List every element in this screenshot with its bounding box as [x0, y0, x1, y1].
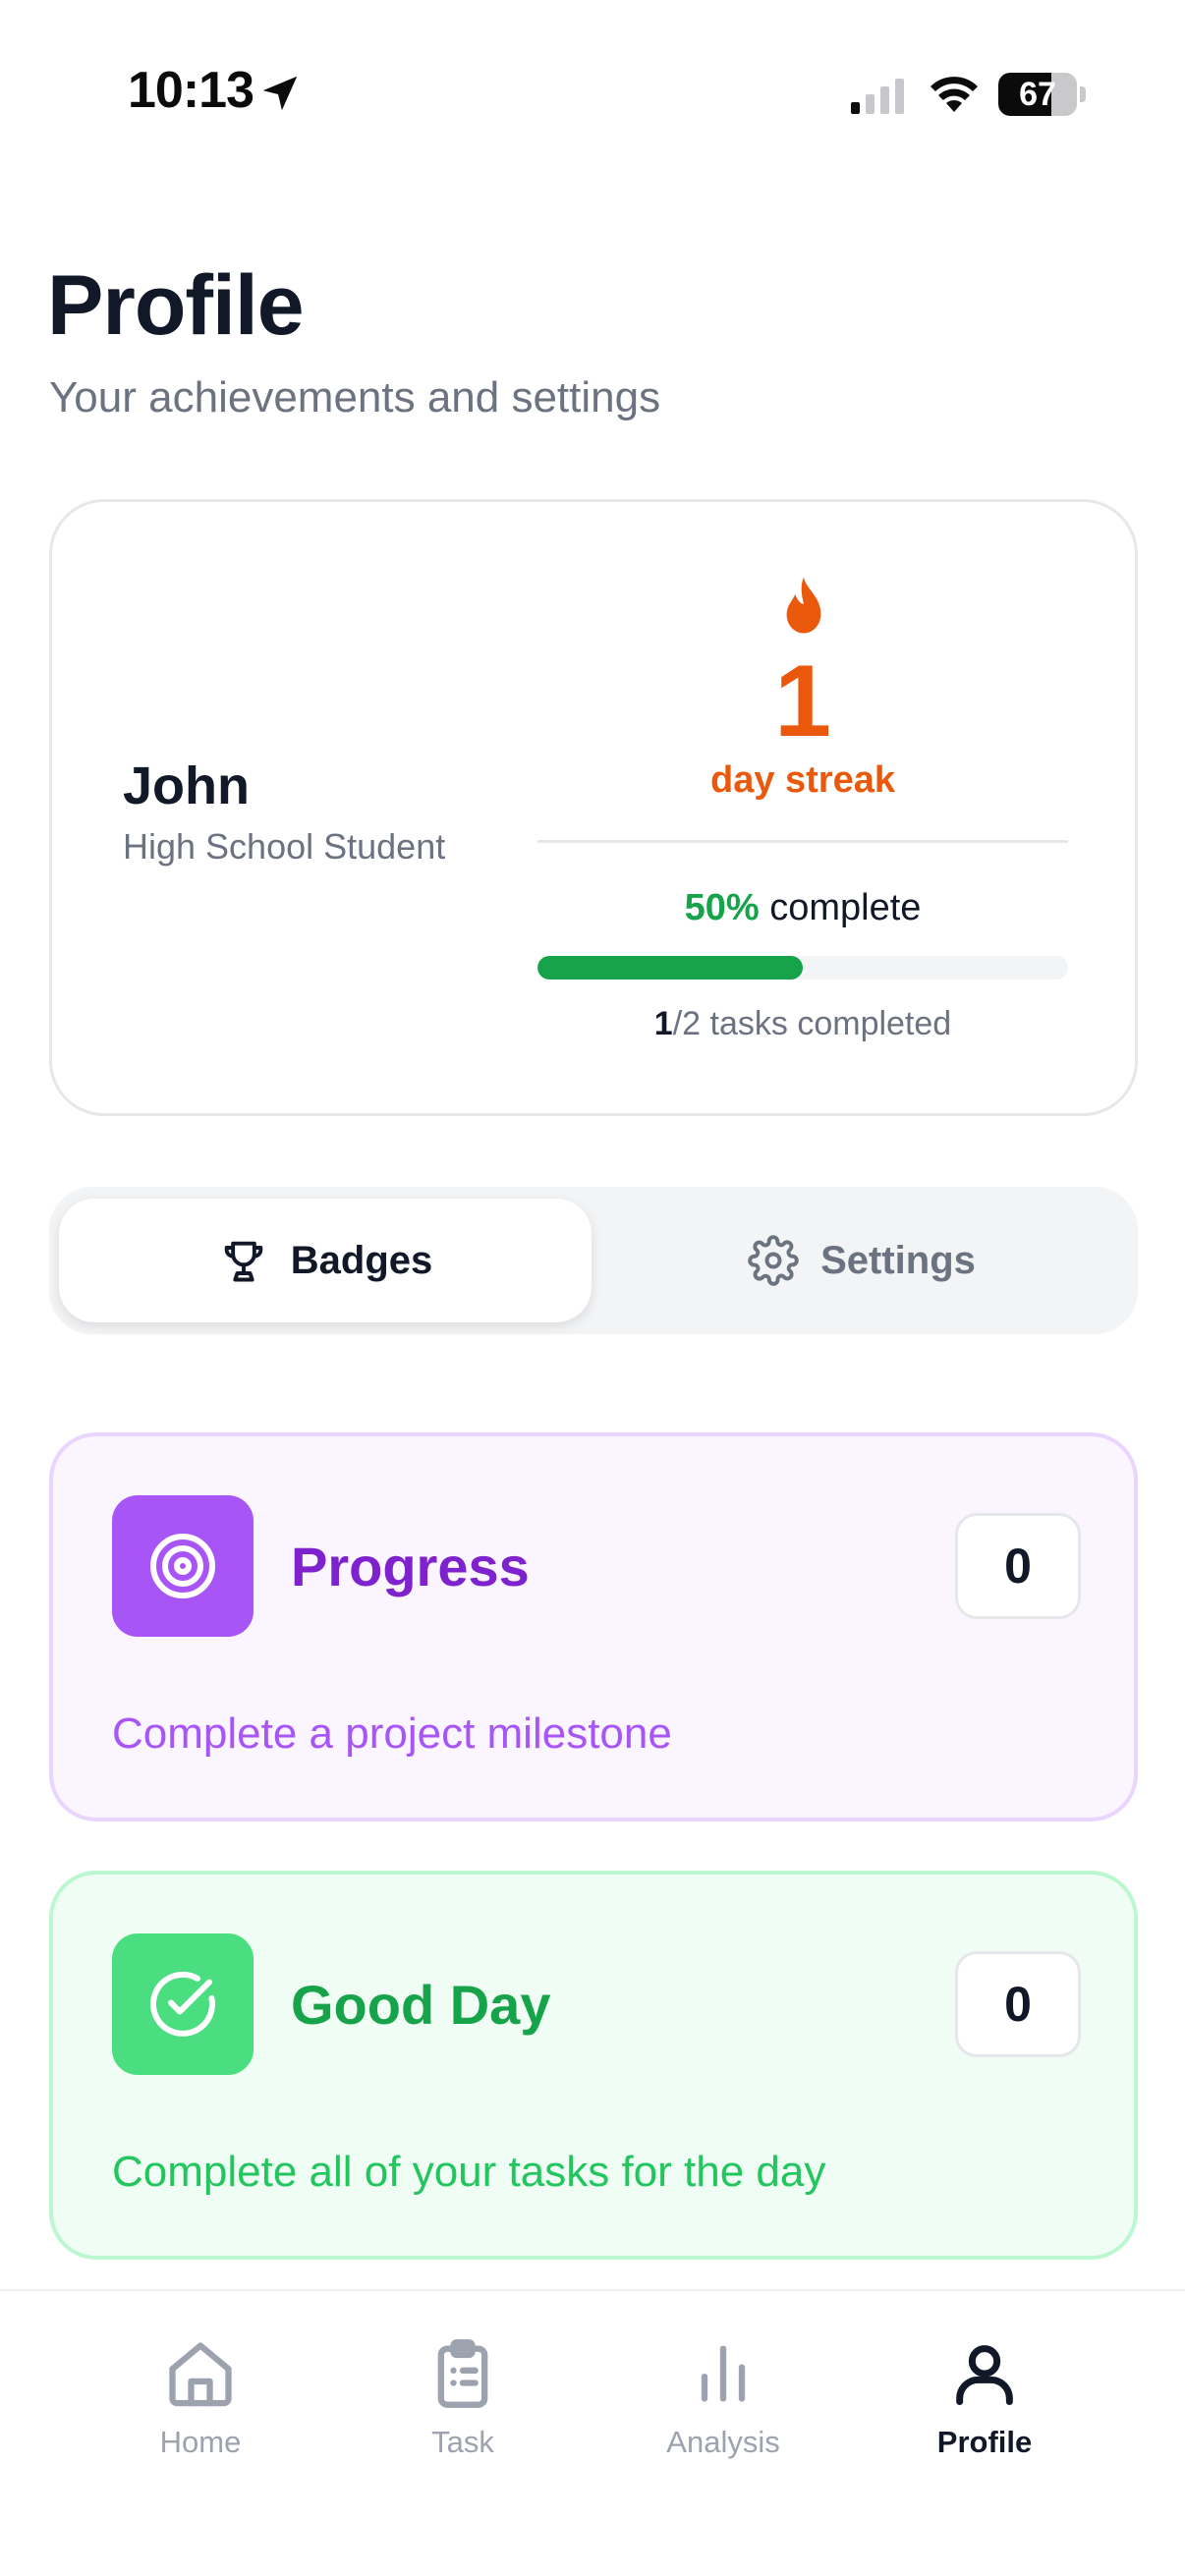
user-icon	[956, 2345, 1013, 2405]
badge-card-progress[interactable]: Progress 0 Complete a project milestone	[49, 1432, 1138, 1821]
tab-badges-label: Badges	[290, 1238, 433, 1282]
cellular-signal-icon	[851, 79, 904, 114]
profile-summary-card: John High School Student 1 day streak 50…	[49, 499, 1138, 1116]
streak-label: day streak	[709, 759, 895, 801]
badge-title: Progress	[291, 1536, 530, 1597]
tasks-summary: 1/2 tasks completed	[537, 1005, 1068, 1043]
badge-icon-box	[112, 1933, 254, 2075]
nav-analysis[interactable]: Analysis	[625, 2336, 821, 2484]
location-arrow-icon	[262, 76, 298, 111]
progress-bar-fill	[537, 956, 803, 980]
status-bar: 10:13 67	[0, 0, 1185, 187]
progress-bar	[537, 956, 1068, 980]
streak-count: 1	[774, 644, 831, 758]
completion-label: complete	[769, 887, 922, 928]
nav-analysis-label: Analysis	[666, 2425, 780, 2459]
target-icon	[150, 1534, 215, 1598]
nav-home-label: Home	[159, 2425, 242, 2459]
page-title: Profile	[47, 258, 305, 353]
badge-count: 0	[955, 1513, 1081, 1619]
user-role: High School Student	[123, 826, 446, 867]
profile-screen: 10:13 67 Profile Your achievements and s…	[0, 0, 1185, 2576]
bar-chart-icon	[701, 2345, 746, 2402]
badge-card-good-day[interactable]: Good Day 0 Complete all of your tasks fo…	[49, 1871, 1138, 2260]
completion-percent: 50%	[684, 887, 760, 928]
badge-description: Complete all of your tasks for the day	[112, 2148, 826, 2196]
home-icon	[169, 2342, 232, 2407]
user-name: John	[123, 756, 250, 815]
trophy-icon	[224, 1241, 263, 1282]
nav-task-label: Task	[431, 2425, 494, 2459]
nav-home[interactable]: Home	[102, 2336, 299, 2484]
profile-tabs: Badges Settings	[49, 1187, 1138, 1334]
wifi-icon	[931, 77, 978, 112]
status-time: 10:13	[128, 62, 254, 119]
badge-description: Complete a project milestone	[112, 1709, 672, 1758]
check-circle-icon	[149, 1971, 215, 2037]
nav-profile[interactable]: Profile	[886, 2336, 1083, 2484]
completion-summary: 50% complete	[537, 887, 1068, 929]
tab-settings[interactable]: Settings	[595, 1199, 1128, 1322]
flame-icon	[786, 577, 821, 634]
divider	[537, 840, 1068, 843]
nav-profile-label: Profile	[936, 2425, 1033, 2459]
bottom-navigation: Home Task Analysis Profile	[0, 2289, 1185, 2576]
clipboard-icon	[437, 2339, 488, 2408]
nav-task[interactable]: Task	[365, 2336, 561, 2484]
badge-title: Good Day	[291, 1974, 551, 2036]
page-subtitle: Your achievements and settings	[49, 373, 661, 421]
gear-icon	[748, 1235, 799, 1286]
battery-indicator: 67	[998, 73, 1086, 116]
tasks-done-count: 1	[653, 1005, 673, 1042]
badge-icon-box	[112, 1495, 254, 1637]
tab-badges[interactable]: Badges	[59, 1199, 592, 1322]
battery-percent: 67	[1019, 76, 1056, 113]
tasks-label: tasks completed	[709, 1005, 952, 1042]
tab-settings-label: Settings	[820, 1238, 976, 1282]
badge-count: 0	[955, 1951, 1081, 2057]
tasks-total-count: /2	[672, 1005, 702, 1042]
